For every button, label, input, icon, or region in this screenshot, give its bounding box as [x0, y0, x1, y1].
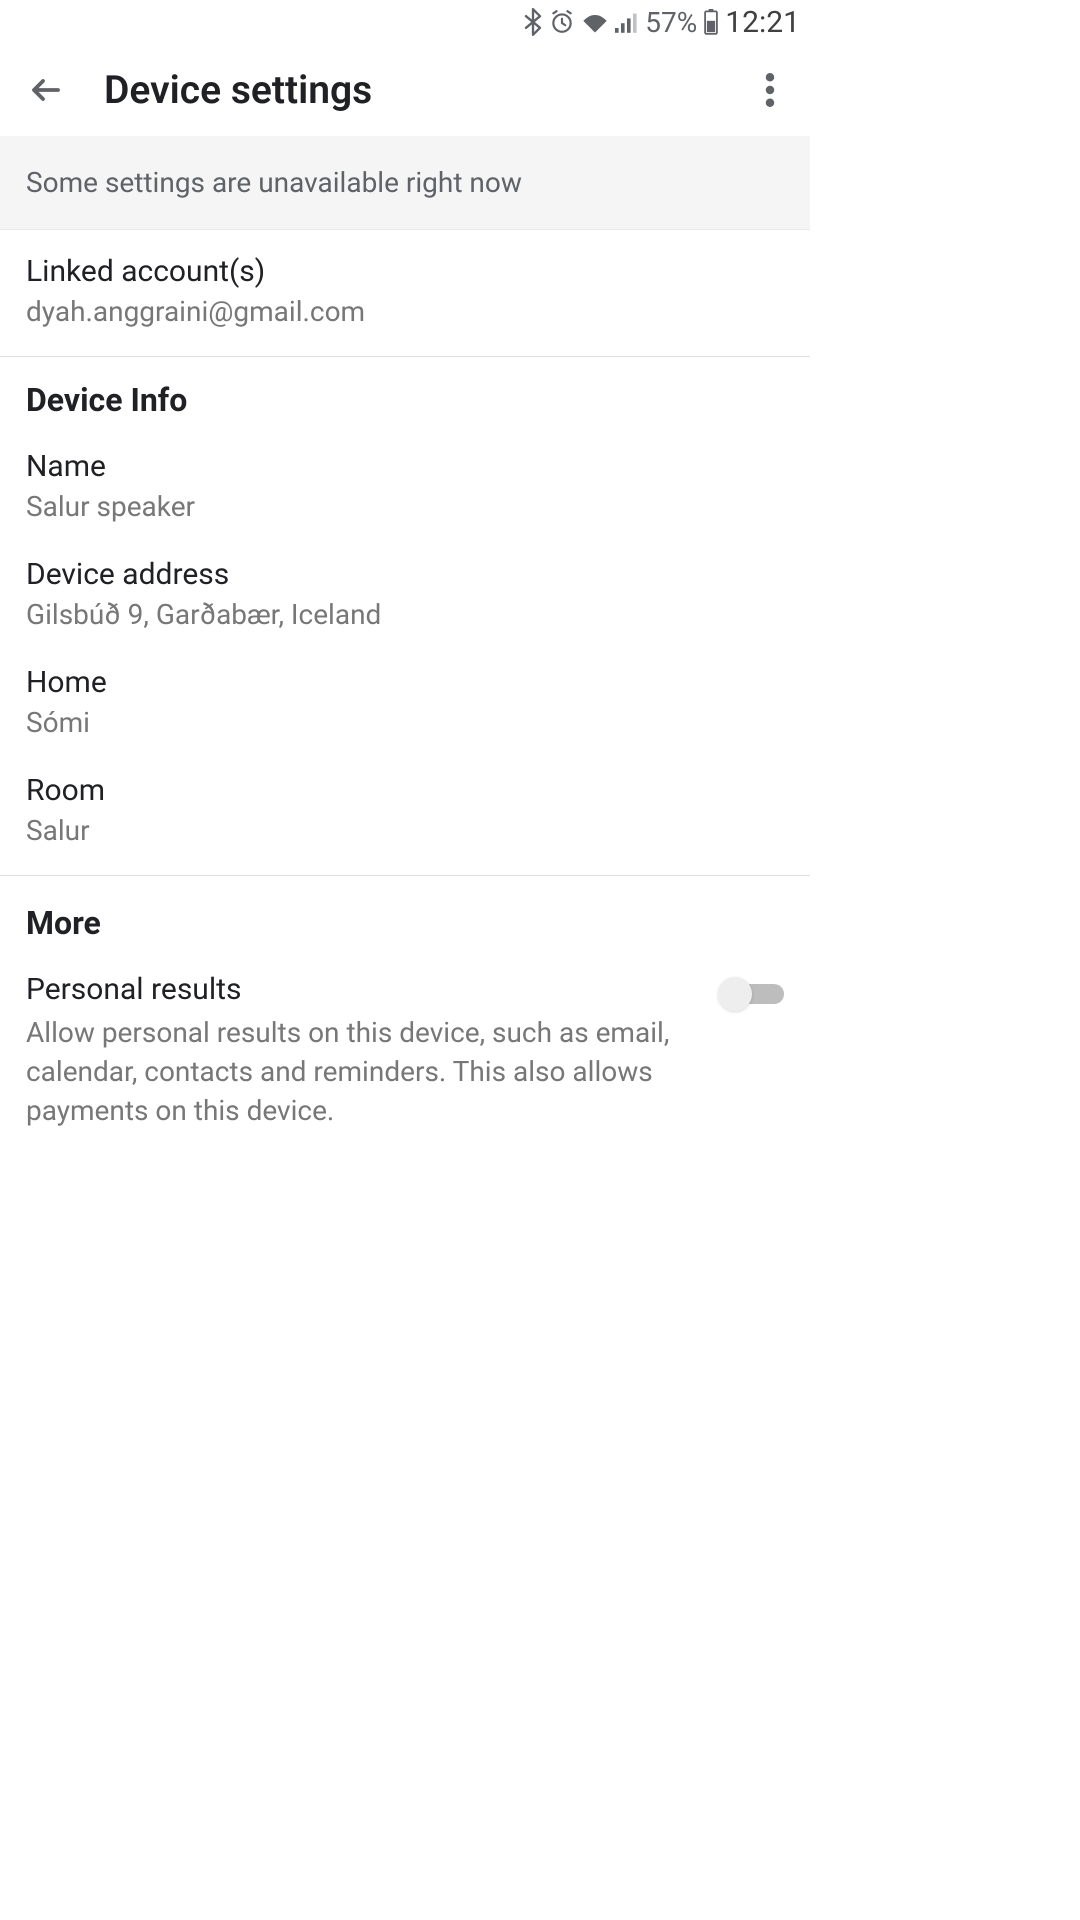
personal-results-toggle[interactable] [724, 974, 784, 1014]
alarm-icon [549, 9, 575, 35]
overflow-menu-button[interactable] [746, 66, 794, 114]
more-section: More Personal results Allow personal res… [0, 876, 810, 1159]
device-name-value: Salur speaker [26, 490, 784, 523]
device-home-row[interactable]: Home Sómi [26, 665, 784, 739]
linked-accounts-value: dyah.anggraini@gmail.com [26, 295, 784, 328]
personal-results-title: Personal results [26, 972, 708, 1007]
status-time: 12:21 [725, 5, 800, 40]
device-name-row[interactable]: Name Salur speaker [26, 449, 784, 523]
personal-results-description: Allow personal results on this device, s… [26, 1013, 708, 1131]
battery-icon [703, 9, 719, 35]
status-bar: 57% 12:21 [0, 0, 810, 44]
device-room-row[interactable]: Room Salur [26, 773, 784, 847]
banner-message: Some settings are unavailable right now [26, 166, 522, 199]
device-address-value: Gilsbúð 9, Garðabær, Iceland [26, 598, 784, 631]
device-room-label: Room [26, 773, 784, 808]
signal-icon [615, 11, 639, 33]
unavailable-banner: Some settings are unavailable right now [0, 136, 810, 230]
wifi-icon [581, 11, 609, 33]
app-bar: Device settings [0, 44, 810, 136]
device-address-label: Device address [26, 557, 784, 592]
linked-accounts-row[interactable]: Linked account(s) dyah.anggraini@gmail.c… [0, 230, 810, 357]
back-button[interactable] [16, 60, 76, 120]
device-home-label: Home [26, 665, 784, 700]
device-address-row[interactable]: Device address Gilsbúð 9, Garðabær, Icel… [26, 557, 784, 631]
page-title: Device settings [104, 67, 746, 113]
device-info-section: Device Info Name Salur speaker Device ad… [0, 357, 810, 876]
bluetooth-icon [523, 8, 543, 36]
linked-accounts-title: Linked account(s) [26, 254, 784, 289]
device-room-value: Salur [26, 814, 784, 847]
more-header: More [26, 904, 784, 942]
battery-percent: 57% [645, 6, 697, 39]
personal-results-row[interactable]: Personal results Allow personal results … [26, 972, 784, 1131]
device-home-value: Sómi [26, 706, 784, 739]
device-info-header: Device Info [26, 381, 784, 419]
device-name-label: Name [26, 449, 784, 484]
